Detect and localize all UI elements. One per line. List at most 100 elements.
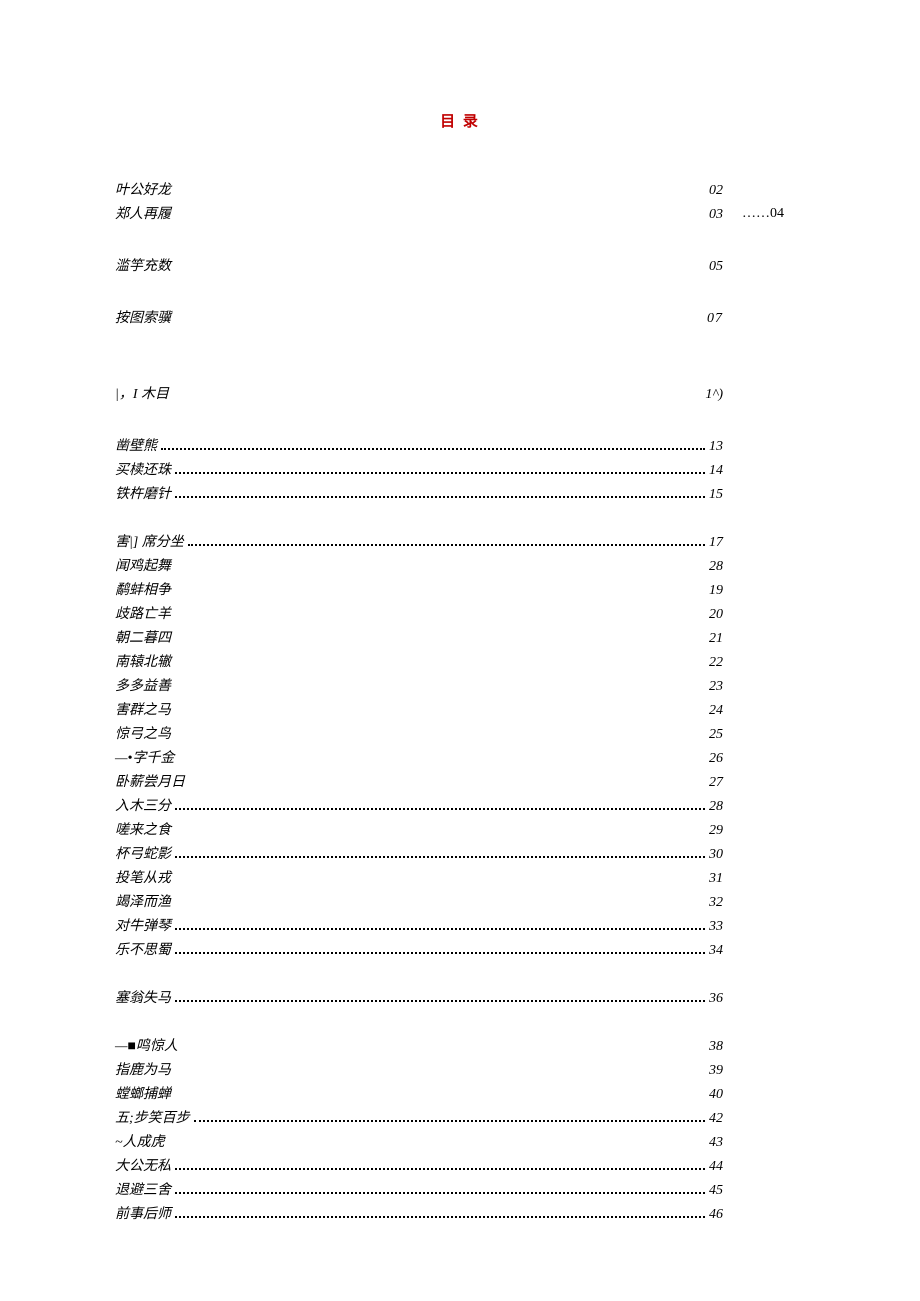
toc-filler: [175, 952, 705, 954]
toc-entry-label: 投笔从戎: [115, 867, 171, 891]
toc-filler: [175, 1216, 705, 1218]
floating-page-04: ……04: [742, 206, 784, 222]
toc-entry-label: 凿壁熊: [115, 435, 157, 459]
toc-entry: 嗟来之食 29: [115, 819, 723, 843]
toc-entry-label: 入木三分: [115, 795, 171, 819]
toc-entry-page: 1^): [705, 383, 723, 407]
toc-entry-page: 39: [709, 1059, 723, 1083]
toc-entry: 杯弓蛇影 30: [115, 843, 723, 867]
toc-entry-page: 02: [709, 179, 723, 203]
toc-entry-label: 大公无私: [115, 1155, 171, 1179]
toc-entry-page: 15: [709, 483, 723, 507]
toc-entry-page: 30: [709, 843, 723, 867]
toc-entry: 郑人再履03: [115, 203, 723, 227]
toc-entry: 叶公好龙02: [115, 179, 723, 203]
toc-gap: [115, 407, 805, 435]
toc-entry-label: 退避三舍: [115, 1179, 171, 1203]
toc-entry-label: 惊弓之鸟: [115, 723, 171, 747]
toc-filler: [194, 1120, 705, 1122]
toc-filler: [175, 808, 705, 810]
toc-entry: 塞翁失马 36: [115, 987, 723, 1011]
toc-entry-label: 买椟还珠: [115, 459, 171, 483]
toc-filler: [175, 856, 705, 858]
toc-entry: 竭泽而渔 32: [115, 891, 723, 915]
toc-entry-page: 24: [709, 699, 723, 723]
toc-entry: 按图索骥07: [115, 307, 723, 331]
toc-entry-label: 滥竽充数: [115, 255, 171, 279]
toc-entry: 卧薪尝月日27: [115, 771, 723, 795]
toc-page: 目 录 ……04 叶公好龙02郑人再履03 滥竽充数05 按图索骥07 |，I 木目 1…: [0, 0, 920, 1267]
toc-entry: 惊弓之鸟 25: [115, 723, 723, 747]
toc-entry-page: 25: [709, 723, 723, 747]
toc-entry: ~人成虎43: [115, 1131, 723, 1155]
toc-entry: 对牛弹琴 33: [115, 915, 723, 939]
toc-entry-label: 多多益善: [115, 675, 171, 699]
toc-filler: [175, 1168, 705, 1170]
toc-entry: —■鸣惊人 38: [115, 1035, 723, 1059]
toc-entry: 大公无私 44: [115, 1155, 723, 1179]
toc-filler: [175, 472, 705, 474]
toc-entry-page: 29: [709, 819, 723, 843]
toc-entry-label: |，I 木目: [115, 383, 169, 407]
toc-entry: 歧路亡羊20: [115, 603, 723, 627]
toc-entry-page: 34: [709, 939, 723, 963]
toc-entry: 指鹿为马 39: [115, 1059, 723, 1083]
toc-gap: [115, 227, 805, 255]
toc-entry-page: 36: [709, 987, 723, 1011]
toc-entry: |，I 木目 1^): [115, 383, 723, 407]
toc-entry-page: 45: [709, 1179, 723, 1203]
toc-gap: [115, 279, 805, 307]
toc-entry-label: 指鹿为马: [115, 1059, 171, 1083]
toc-entry-label: 害|] 席分坐: [115, 531, 184, 555]
toc-entry-page: 07: [707, 307, 723, 331]
toc-entry-label: 前事后师: [115, 1203, 171, 1227]
toc-entry-page: 23: [709, 675, 723, 699]
toc-entry: 鹬蚌相争19: [115, 579, 723, 603]
toc-entry-label: 铁杵磨针: [115, 483, 171, 507]
toc-entry: 投笔从戎 31: [115, 867, 723, 891]
toc-entry: 滥竽充数05: [115, 255, 723, 279]
toc-entry-label: 闻鸡起舞: [115, 555, 171, 579]
toc-entry: 铁杵磨针 15: [115, 483, 723, 507]
toc-entry-label: 对牛弹琴: [115, 915, 171, 939]
toc-entry-page: 40: [709, 1083, 723, 1107]
toc-entry-label: 螳螂捕蝉: [115, 1083, 171, 1107]
toc-entry: 闻鸡起舞28: [115, 555, 723, 579]
toc-filler: [188, 544, 705, 546]
toc-entry-page: 17: [709, 531, 723, 555]
toc-filler: [175, 496, 705, 498]
toc-entry: 入木三分 28: [115, 795, 723, 819]
toc-entry: 凿壁熊 13: [115, 435, 723, 459]
toc-entry-label: 嗟来之食: [115, 819, 171, 843]
toc-entry-page: 42: [709, 1107, 723, 1131]
toc-entry: 害|] 席分坐 17: [115, 531, 723, 555]
toc-entry-page: 44: [709, 1155, 723, 1179]
toc-entry-page: 14: [709, 459, 723, 483]
toc-entry: 朝二暮四21: [115, 627, 723, 651]
toc-entry-label: —•字千金: [115, 747, 174, 771]
toc-entry-label: 南辕北辙: [115, 651, 171, 675]
toc-entry-page: 20: [709, 603, 723, 627]
toc-entry-page: 31: [709, 867, 723, 891]
toc-entry-page: 28: [709, 795, 723, 819]
toc-entry-page: 32: [709, 891, 723, 915]
toc-filler: [175, 928, 705, 930]
toc-entry-label: 乐不思蜀: [115, 939, 171, 963]
toc-entry: 乐不思蜀 34: [115, 939, 723, 963]
toc-entry-label: —■鸣惊人: [115, 1035, 178, 1059]
toc-entry-label: 卧薪尝月日: [115, 771, 185, 795]
toc-entry: 五;步笑百步42: [115, 1107, 723, 1131]
toc-entry-label: ~人成虎: [115, 1131, 165, 1155]
toc-entry-page: 26: [709, 747, 723, 771]
toc-entry-label: 塞翁失马: [115, 987, 171, 1011]
toc-entry-page: 38: [709, 1035, 723, 1059]
toc-filler: [175, 1192, 705, 1194]
toc-entry: 南辕北辙22: [115, 651, 723, 675]
toc-title: 目 录: [115, 110, 805, 131]
toc-entry-page: 13: [709, 435, 723, 459]
toc-entry-label: 杯弓蛇影: [115, 843, 171, 867]
toc-entry: 多多益善 23: [115, 675, 723, 699]
toc-entry-page: 33: [709, 915, 723, 939]
toc-entry-label: 竭泽而渔: [115, 891, 171, 915]
toc-entry: 退避三舍 45: [115, 1179, 723, 1203]
